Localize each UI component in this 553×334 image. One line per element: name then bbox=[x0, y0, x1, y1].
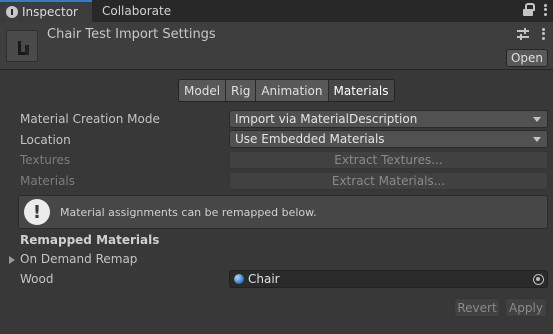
tab-rig[interactable]: Rig bbox=[226, 80, 257, 101]
tab-inspector[interactable]: Inspector bbox=[0, 0, 92, 22]
chair-model-icon bbox=[18, 41, 29, 55]
location-value: Use Embedded Materials bbox=[235, 132, 385, 146]
import-tabs: Model Rig Animation Materials bbox=[178, 79, 395, 102]
remapped-materials-title: Remapped Materials bbox=[20, 233, 160, 247]
more-options-icon[interactable] bbox=[543, 3, 547, 17]
textures-label: Textures bbox=[20, 153, 71, 167]
location-label: Location bbox=[20, 133, 71, 147]
asset-thumbnail bbox=[6, 30, 38, 62]
wood-material-field[interactable]: Chair bbox=[229, 270, 548, 288]
tab-model[interactable]: Model bbox=[179, 80, 227, 101]
lock-icon[interactable] bbox=[523, 3, 535, 17]
material-creation-mode-dropdown[interactable]: Import via MaterialDescription bbox=[229, 110, 548, 128]
apply-button[interactable]: Apply bbox=[505, 298, 547, 317]
materials-label: Materials bbox=[20, 174, 76, 188]
wood-material-value: Chair bbox=[248, 272, 280, 286]
window-tab-bar: Inspector Collaborate bbox=[0, 0, 553, 22]
foldout-arrow-icon[interactable] bbox=[9, 256, 15, 264]
material-creation-mode-value: Import via MaterialDescription bbox=[235, 112, 418, 126]
material-icon bbox=[234, 274, 244, 284]
tab-inspector-label: Inspector bbox=[22, 5, 78, 19]
on-demand-remap-foldout[interactable]: On Demand Remap bbox=[20, 252, 137, 266]
warning-icon: ! bbox=[24, 199, 50, 225]
header-menu-icon[interactable] bbox=[541, 27, 545, 41]
help-text: Material assignments can be remapped bel… bbox=[60, 206, 317, 219]
tab-collaborate[interactable]: Collaborate bbox=[94, 0, 171, 22]
info-icon bbox=[6, 6, 18, 18]
tab-animation[interactable]: Animation bbox=[256, 80, 329, 101]
location-dropdown[interactable]: Use Embedded Materials bbox=[229, 130, 548, 148]
help-box: ! Material assignments can be remapped b… bbox=[18, 195, 548, 229]
dropdown-arrow-icon bbox=[533, 137, 541, 142]
object-picker-icon[interactable] bbox=[533, 274, 544, 285]
open-button[interactable]: Open bbox=[506, 49, 548, 67]
revert-button[interactable]: Revert bbox=[454, 298, 500, 317]
extract-textures-button[interactable]: Extract Textures... bbox=[229, 151, 548, 169]
wood-label: Wood bbox=[20, 272, 54, 286]
dropdown-arrow-icon bbox=[533, 117, 541, 122]
preset-settings-icon[interactable] bbox=[517, 28, 529, 40]
tab-materials[interactable]: Materials bbox=[328, 80, 394, 101]
page-title: Chair Test Import Settings bbox=[47, 27, 216, 42]
tabbar-controls bbox=[523, 3, 547, 17]
inspector-header: Chair Test Import Settings Open bbox=[0, 22, 553, 70]
material-creation-mode-label: Material Creation Mode bbox=[20, 112, 160, 126]
extract-materials-button[interactable]: Extract Materials... bbox=[229, 172, 548, 190]
tab-collaborate-label: Collaborate bbox=[102, 4, 172, 18]
